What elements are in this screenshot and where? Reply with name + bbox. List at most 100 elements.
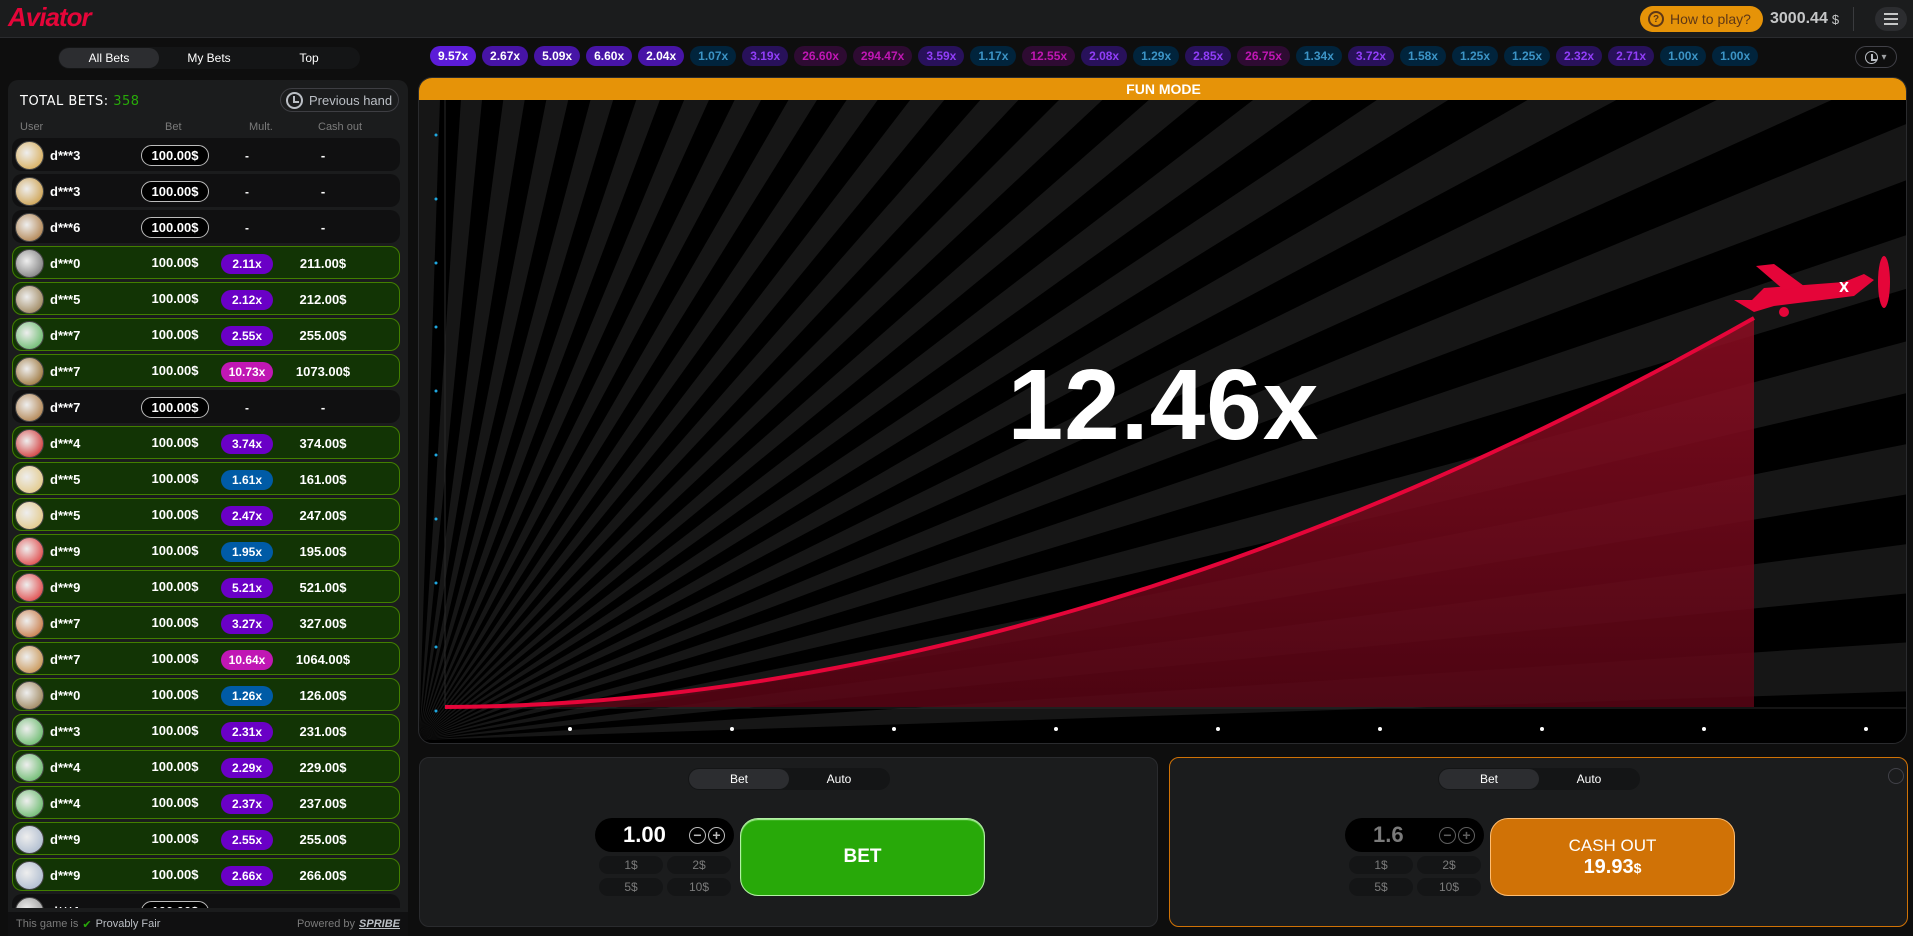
history-multiplier[interactable]: 2.32x (1556, 46, 1603, 66)
quick-amount-10[interactable]: 10$ (667, 878, 731, 896)
tab-auto[interactable]: Auto (1539, 769, 1639, 789)
history-multiplier[interactable]: 3.59x (918, 46, 965, 66)
minus-button[interactable]: − (1439, 827, 1456, 844)
quick-amount-2[interactable]: 2$ (1417, 856, 1481, 874)
bet-user: d***0 (50, 688, 81, 703)
quick-amount-1[interactable]: 1$ (1349, 856, 1413, 874)
history-multiplier[interactable]: 2.67x (482, 46, 529, 66)
bet-panel-1: Bet Auto 1.00 − + 1$ 2$ 5$ 10$ BET (419, 757, 1158, 927)
bet-row: d***3 100.00$ - - (12, 174, 400, 207)
x-axis-dot (1702, 727, 1706, 731)
history-multiplier[interactable]: 26.60x (794, 46, 847, 66)
history-multiplier[interactable]: 1.58x (1399, 46, 1446, 66)
history-multiplier[interactable]: 1.34x (1295, 46, 1342, 66)
tab-my-bets[interactable]: My Bets (159, 48, 259, 68)
history-multiplier[interactable]: 5.09x (534, 46, 581, 66)
quick-amount-2[interactable]: 2$ (667, 856, 731, 874)
bet-amount-input[interactable]: 1.00 − + (595, 818, 734, 852)
avatar (15, 249, 44, 278)
tab-top[interactable]: Top (259, 48, 359, 68)
quick-amount-5[interactable]: 5$ (599, 878, 663, 896)
history-multiplier[interactable]: 26.75x (1237, 46, 1290, 66)
avatar (15, 501, 44, 530)
bet-cashout: 521.00$ (299, 580, 347, 595)
bet-amount: 100.00$ (151, 795, 199, 810)
avatar (15, 213, 44, 242)
history-multiplier[interactable]: 1.25x (1451, 46, 1498, 66)
y-axis-dot (434, 645, 438, 649)
history-multiplier[interactable]: 1.17x (970, 46, 1017, 66)
bet-cashout: 211.00$ (299, 256, 347, 271)
bet-button-label: BET (843, 846, 882, 867)
bet-user: d***7 (50, 616, 81, 631)
bet-amount: 100.00$ (151, 543, 199, 558)
avatar (15, 537, 44, 566)
aviator-logo[interactable]: Aviator (8, 2, 92, 33)
bet-cashout: 212.00$ (299, 292, 347, 307)
remove-panel-icon[interactable] (1888, 768, 1904, 784)
tab-bet[interactable]: Bet (689, 769, 789, 789)
quick-amount-1[interactable]: 1$ (599, 856, 663, 874)
history-multiplier[interactable]: 1.00x (1712, 46, 1759, 66)
history-multiplier[interactable]: 3.19x (742, 46, 789, 66)
bet-user: d***3 (50, 148, 81, 163)
bet-amount: 100.00$ (151, 651, 199, 666)
bet-amount-input-2[interactable]: 1.6 − + (1345, 818, 1484, 852)
quick-amounts-2: 1$ 2$ 5$ 10$ (1349, 856, 1481, 896)
bet-cashout: - (320, 148, 326, 163)
bet-row: d***9 100.00$ 5.21x 521.00$ (12, 570, 400, 603)
provably-fair-footer: This game is ✔ Provably Fair Powered by … (8, 912, 408, 936)
bet-amount: 100.00$ (141, 217, 209, 238)
bet-multiplier: 10.73x (221, 362, 273, 382)
history-multiplier[interactable]: 2.08x (1081, 46, 1128, 66)
history-multiplier[interactable]: 2.85x (1185, 46, 1232, 66)
history-multiplier[interactable]: 2.71x (1608, 46, 1655, 66)
y-axis-dot (434, 261, 438, 265)
footer-prefix: This game is (16, 918, 79, 930)
history-multiplier[interactable]: 1.29x (1133, 46, 1180, 66)
bet-cashout: 255.00$ (299, 328, 347, 343)
history-multiplier[interactable]: 1.07x (690, 46, 737, 66)
bet-row: d***7 100.00$ 3.27x 327.00$ (12, 606, 400, 639)
history-multiplier[interactable]: 2.04x (638, 46, 685, 66)
bet-multiplier: 1.61x (221, 470, 273, 490)
history-multiplier[interactable]: 12.55x (1022, 46, 1076, 66)
previous-hand-button[interactable]: Previous hand (280, 88, 399, 112)
provably-fair-link[interactable]: Provably Fair (96, 918, 161, 930)
bet-multiplier: 3.74x (221, 434, 273, 454)
bet-row: d***7 100.00$ - - (12, 390, 400, 423)
bets-list[interactable]: d***3 100.00$ - - d***3 100.00$ - - d***6 100.00$… (12, 138, 400, 908)
shield-check-icon: ✔ (82, 918, 92, 931)
history-multiplier[interactable]: 6.60x (586, 46, 633, 66)
history-dropdown-button[interactable]: ▾ (1855, 46, 1897, 68)
history-multiplier[interactable]: 1.00x (1660, 46, 1707, 66)
quick-amount-5[interactable]: 5$ (1349, 878, 1413, 896)
bet-button[interactable]: BET (740, 818, 985, 896)
history-multiplier[interactable]: 3.72x (1347, 46, 1394, 66)
bet-amount: 100.00$ (141, 901, 209, 908)
balance-display: 3000.44 $ (1770, 7, 1855, 31)
plus-button[interactable]: + (1458, 827, 1475, 844)
x-axis-dot (730, 727, 734, 731)
bet-amount: 100.00$ (151, 327, 199, 342)
plus-button[interactable]: + (708, 827, 725, 844)
minus-button[interactable]: − (689, 827, 706, 844)
tab-bet[interactable]: Bet (1439, 769, 1539, 789)
how-to-play-button[interactable]: ? How to play? (1640, 6, 1763, 32)
history-multiplier[interactable]: 9.57x (430, 46, 477, 66)
cash-out-button[interactable]: CASH OUT 19.93$ (1490, 818, 1735, 896)
tab-auto[interactable]: Auto (789, 769, 889, 789)
bet-user: d***5 (50, 292, 81, 307)
history-multiplier[interactable]: 294.47x (852, 46, 913, 66)
avatar (15, 573, 44, 602)
bet-user: d***7 (50, 652, 81, 667)
quick-amount-10[interactable]: 10$ (1417, 878, 1481, 896)
tab-all-bets[interactable]: All Bets (59, 48, 159, 68)
bet-multiplier: 1.26x (221, 686, 273, 706)
history-multiplier[interactable]: 1.25x (1504, 46, 1551, 66)
cash-out-currency: $ (1633, 859, 1642, 876)
bet-amount-value[interactable]: 1.00 (623, 822, 666, 848)
menu-button[interactable] (1875, 7, 1907, 31)
bet-multiplier: - (245, 149, 249, 163)
spribe-logo[interactable]: SPRIBE (359, 918, 400, 930)
